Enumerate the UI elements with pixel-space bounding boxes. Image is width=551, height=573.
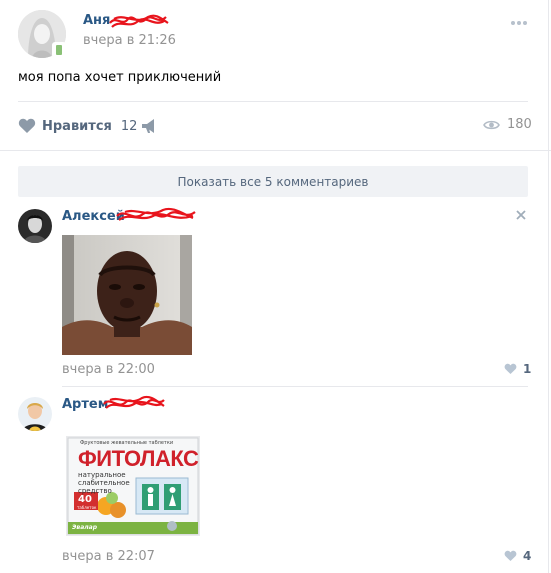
close-icon[interactable] bbox=[516, 210, 526, 220]
comment-divider bbox=[62, 386, 528, 387]
product-count: 40 bbox=[78, 494, 92, 505]
section-divider bbox=[0, 150, 551, 151]
comment-like-count: 4 bbox=[523, 549, 532, 563]
redaction-scribble bbox=[108, 11, 170, 31]
product-count-unit: таблеток bbox=[77, 505, 97, 510]
heart-icon bbox=[504, 550, 517, 562]
eye-icon bbox=[483, 119, 500, 131]
product-desc-1: натуральное bbox=[78, 471, 126, 479]
card-right-border bbox=[548, 0, 549, 573]
comment-author-avatar[interactable] bbox=[18, 209, 52, 243]
comment-like-count: 1 bbox=[523, 362, 532, 376]
like-label: Нравится bbox=[42, 118, 112, 134]
more-actions-icon[interactable] bbox=[510, 20, 528, 26]
comment-photo[interactable]: Фруктовые жевательные таблетки ФИТОЛАКС … bbox=[62, 428, 204, 538]
comment-time[interactable]: вчера в 22:07 bbox=[62, 549, 155, 564]
views-counter: 180 bbox=[483, 117, 532, 132]
comment-like-button[interactable]: 4 bbox=[504, 549, 531, 563]
post-divider bbox=[18, 101, 528, 102]
comment-time[interactable]: вчера в 22:00 bbox=[62, 362, 155, 377]
online-mobile-icon bbox=[52, 42, 66, 58]
redaction-scribble bbox=[115, 206, 197, 224]
product-desc-2: слабительное bbox=[78, 479, 130, 487]
like-button[interactable]: Нравится 12 bbox=[18, 116, 137, 136]
share-icon[interactable] bbox=[141, 118, 159, 134]
views-count: 180 bbox=[507, 117, 532, 132]
show-all-comments-label: Показать все 5 комментариев bbox=[177, 174, 369, 189]
heart-icon bbox=[18, 118, 36, 134]
post-author-name[interactable]: Аня bbox=[83, 13, 110, 28]
show-all-comments-button[interactable]: Показать все 5 комментариев bbox=[18, 166, 528, 197]
comment-like-button[interactable]: 1 bbox=[504, 362, 531, 376]
post-time[interactable]: вчера в 21:26 bbox=[83, 33, 176, 48]
post-text: моя попа хочет приключений bbox=[18, 70, 222, 85]
comment-author-avatar[interactable] bbox=[18, 397, 52, 431]
like-count: 12 bbox=[120, 118, 138, 134]
product-brand: ФИТОЛАКС bbox=[78, 446, 199, 471]
comment-photo[interactable] bbox=[62, 235, 192, 355]
heart-icon bbox=[504, 363, 517, 375]
product-maker: Эвалар bbox=[72, 524, 97, 531]
redaction-scribble bbox=[102, 394, 166, 412]
